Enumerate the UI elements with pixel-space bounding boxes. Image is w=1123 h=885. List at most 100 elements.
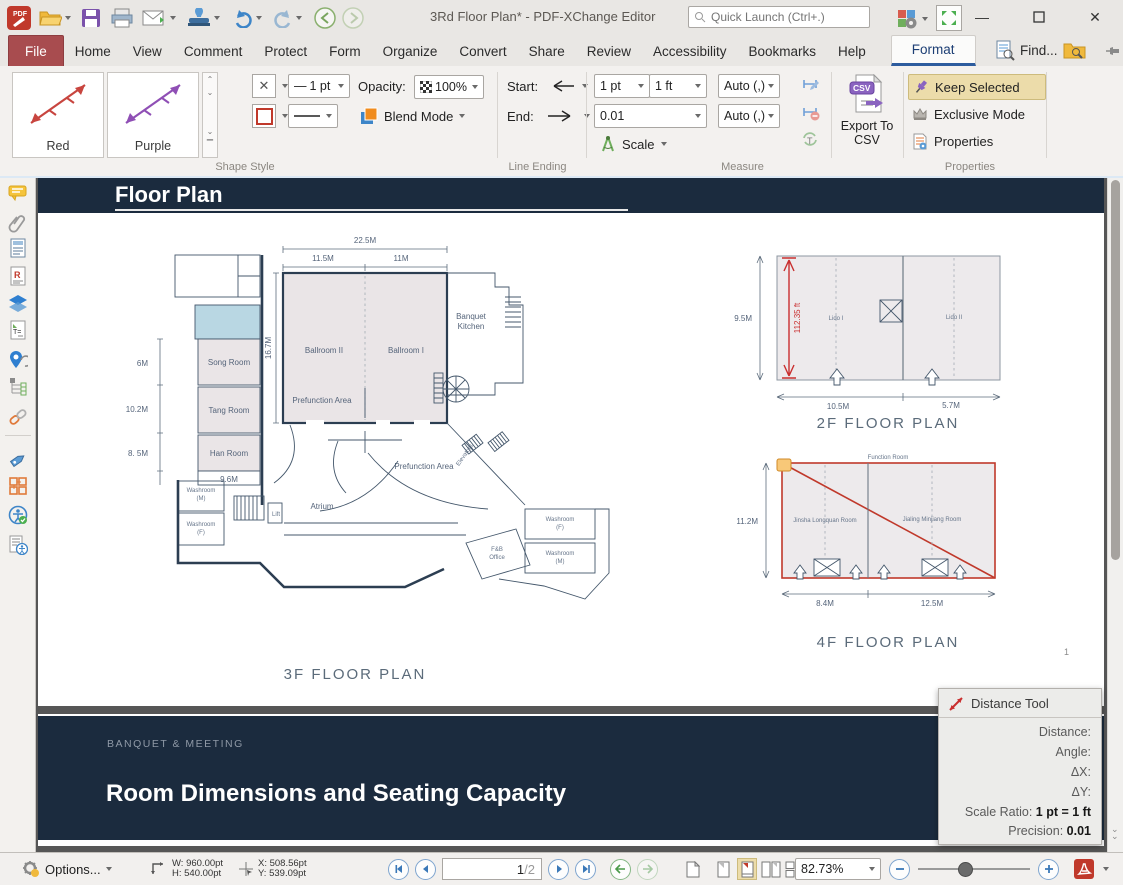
layers-panel-icon[interactable] bbox=[8, 293, 28, 313]
accessibility-panel-icon[interactable] bbox=[8, 505, 28, 525]
options-button[interactable]: Options... bbox=[22, 853, 112, 885]
find-button[interactable]: Find... bbox=[995, 39, 1087, 61]
blend-mode-icon bbox=[360, 107, 378, 125]
reading-order-panel-icon[interactable] bbox=[8, 535, 28, 555]
print-button[interactable] bbox=[110, 4, 134, 32]
stroke-style-select[interactable] bbox=[288, 104, 338, 128]
ribbon-separator bbox=[903, 72, 904, 158]
exclusive-mode-button[interactable]: Exclusive Mode bbox=[912, 102, 1025, 126]
opacity-select[interactable]: 100% bbox=[414, 75, 484, 99]
zoom-in-button[interactable] bbox=[1038, 859, 1059, 880]
style-preset-red[interactable]: Red bbox=[12, 72, 104, 158]
history-back-button[interactable] bbox=[313, 4, 337, 32]
app-icon: PDF bbox=[6, 5, 32, 36]
links-panel-icon[interactable] bbox=[8, 407, 28, 427]
style-gallery-scroll[interactable]: ⌃⌄⌄▔ bbox=[202, 72, 218, 158]
undo-button[interactable] bbox=[232, 4, 262, 32]
zoom-level-select[interactable]: 82.73% bbox=[795, 858, 881, 880]
ui-options-button[interactable] bbox=[896, 5, 928, 33]
scale-pt-select[interactable]: 1 pt bbox=[594, 74, 650, 98]
tab-organize[interactable]: Organize bbox=[372, 36, 449, 66]
structure-panel-icon[interactable] bbox=[8, 376, 28, 396]
auto-format-select-bottom[interactable]: Auto (,) bbox=[718, 104, 780, 128]
minimize-button[interactable]: — bbox=[965, 4, 999, 30]
tab-help[interactable]: Help bbox=[827, 36, 877, 66]
restore-caption-button[interactable]: T bbox=[800, 130, 820, 155]
style-preset-purple[interactable]: Purple bbox=[107, 72, 199, 158]
quick-launch-input[interactable] bbox=[688, 6, 870, 28]
end-arrow-icon bbox=[546, 110, 578, 122]
tab-format[interactable]: Format bbox=[891, 35, 976, 66]
view-back-button[interactable] bbox=[610, 859, 631, 880]
open-file-button[interactable] bbox=[38, 4, 71, 32]
tags-panel-icon[interactable] bbox=[8, 450, 28, 470]
stroke-color-swatch[interactable] bbox=[252, 104, 288, 128]
scrollbar-down-arrows[interactable]: ⌄⌄ bbox=[1111, 826, 1119, 840]
zoom-slider-thumb[interactable] bbox=[958, 862, 973, 877]
fields-panel-icon[interactable] bbox=[8, 476, 28, 496]
maximize-button[interactable] bbox=[1022, 4, 1056, 30]
pin-ribbon-icon[interactable] bbox=[1106, 44, 1120, 63]
export-to-csv-button[interactable]: CSV Export ToCSV bbox=[836, 72, 898, 162]
svg-text:Lift: Lift bbox=[272, 512, 280, 518]
blend-mode-button[interactable]: Blend Mode bbox=[360, 104, 465, 128]
quick-launch-search[interactable] bbox=[688, 6, 870, 28]
comments-panel-icon[interactable] bbox=[8, 183, 28, 203]
email-button[interactable] bbox=[142, 4, 176, 32]
new-document-icon[interactable] bbox=[683, 858, 703, 880]
distance-tool-header[interactable]: Distance Tool bbox=[939, 689, 1101, 718]
tab-share[interactable]: Share bbox=[518, 36, 576, 66]
tab-form[interactable]: Form bbox=[318, 36, 372, 66]
tab-bookmarks[interactable]: Bookmarks bbox=[738, 36, 828, 66]
zoom-slider[interactable] bbox=[918, 859, 1030, 879]
pdf-app-chevron[interactable] bbox=[1103, 867, 1109, 871]
previous-page-button[interactable] bbox=[415, 859, 436, 880]
pdf-page-1[interactable]: Floor Plan 22.5M 11.5M 11M Ballroom II B bbox=[38, 178, 1104, 706]
fullscreen-button[interactable] bbox=[936, 5, 962, 31]
next-page-button[interactable] bbox=[548, 859, 569, 880]
destinations-panel-icon[interactable] bbox=[8, 350, 28, 370]
line-end-select[interactable]: End: bbox=[507, 104, 590, 128]
bookmarks-panel-icon[interactable] bbox=[8, 238, 28, 258]
layout-continuous-button[interactable] bbox=[737, 858, 757, 880]
no-fill-button[interactable]: ✕ bbox=[252, 74, 288, 98]
find-document-icon bbox=[995, 39, 1015, 61]
layout-single-page-button[interactable] bbox=[713, 858, 733, 880]
delete-label-button[interactable] bbox=[800, 102, 820, 127]
tab-home[interactable]: Home bbox=[64, 36, 122, 66]
zoom-out-button[interactable] bbox=[889, 859, 910, 880]
properties-button[interactable]: Properties bbox=[912, 129, 993, 153]
auto-format-select-top[interactable]: Auto (,) bbox=[718, 74, 780, 98]
tab-comment[interactable]: Comment bbox=[173, 36, 254, 66]
save-button[interactable] bbox=[80, 4, 102, 32]
edit-label-button[interactable] bbox=[800, 74, 820, 99]
view-forward-button[interactable] bbox=[637, 859, 658, 880]
precision-select[interactable]: 0.01 bbox=[594, 104, 707, 128]
attachments-panel-icon[interactable] bbox=[8, 213, 28, 233]
vertical-scrollbar[interactable]: ⌄⌄ bbox=[1107, 178, 1123, 852]
signatures-panel-icon[interactable]: R bbox=[8, 266, 28, 286]
stamp-button[interactable] bbox=[186, 4, 220, 32]
stroke-width-select[interactable]: —1 pt bbox=[288, 74, 350, 98]
history-forward-button[interactable] bbox=[341, 4, 365, 32]
tab-protect[interactable]: Protect bbox=[253, 36, 318, 66]
tab-review[interactable]: Review bbox=[576, 36, 642, 66]
redo-button[interactable] bbox=[272, 4, 302, 32]
search-folder-icon[interactable] bbox=[1063, 40, 1087, 60]
scrollbar-thumb[interactable] bbox=[1111, 180, 1120, 560]
tab-file[interactable]: File bbox=[8, 35, 64, 66]
page-number-input[interactable]: 1/2 bbox=[442, 858, 542, 880]
adobe-reader-icon[interactable] bbox=[1073, 858, 1095, 880]
keep-selected-button[interactable]: Keep Selected bbox=[908, 74, 1046, 100]
first-page-button[interactable] bbox=[388, 859, 409, 880]
scale-button[interactable]: Scale bbox=[600, 132, 667, 156]
line-start-select[interactable]: Start: bbox=[507, 74, 588, 98]
layout-two-pages-button[interactable] bbox=[761, 858, 781, 880]
content-panel-icon[interactable]: T= bbox=[8, 320, 28, 340]
tab-view[interactable]: View bbox=[122, 36, 173, 66]
tab-convert[interactable]: Convert bbox=[448, 36, 517, 66]
tab-accessibility[interactable]: Accessibility bbox=[642, 36, 738, 66]
close-button[interactable]: ✕ bbox=[1078, 4, 1112, 30]
last-page-button[interactable] bbox=[575, 859, 596, 880]
scale-ft-select[interactable]: 1 ft bbox=[649, 74, 707, 98]
